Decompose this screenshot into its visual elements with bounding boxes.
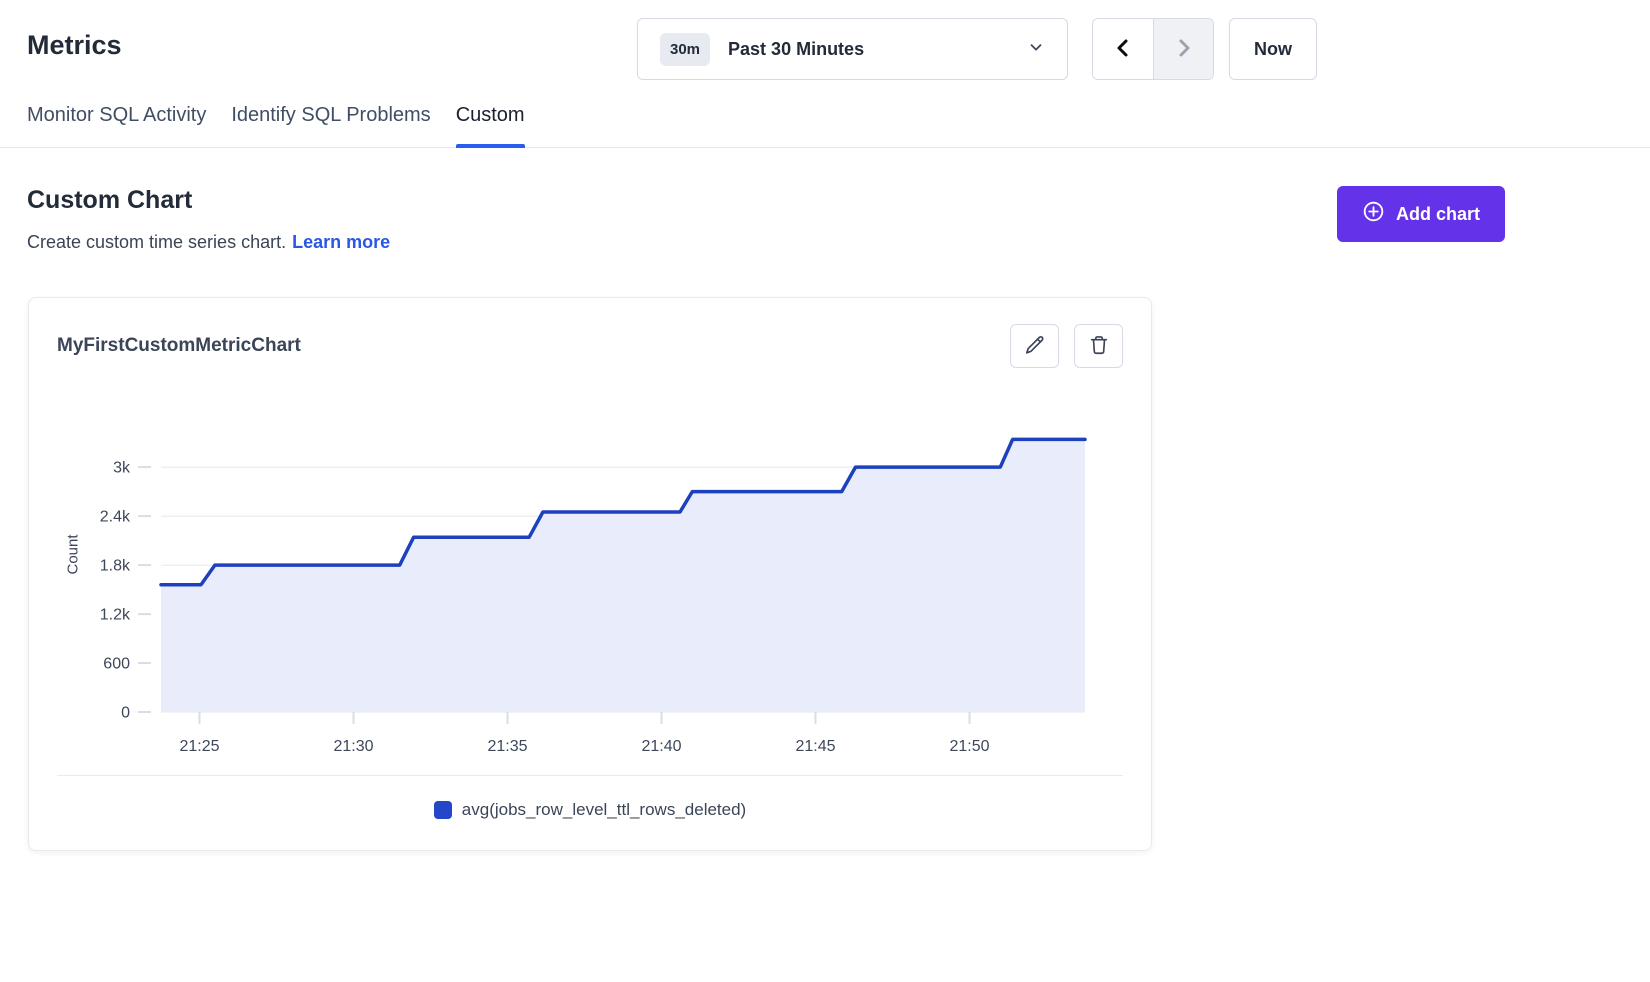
chevron-right-icon <box>1172 36 1196 63</box>
chevron-down-icon <box>1027 38 1045 61</box>
chart-area: Count 0 600 1.2k 1.8k 2.4k 3k 21:25 21:30 21:35 2… <box>57 394 1123 761</box>
chart-legend: avg(jobs_row_level_ttl_rows_deleted) <box>57 776 1123 836</box>
tab-identify-sql-problems[interactable]: Identify SQL Problems <box>231 96 430 147</box>
time-series-chart[interactable]: 0 600 1.2k 1.8k 2.4k 3k 21:25 21:30 21:35 21:40 21… <box>83 394 1093 756</box>
time-range-badge: 30m <box>660 33 710 66</box>
now-button[interactable]: Now <box>1229 18 1317 80</box>
legend-series-label: avg(jobs_row_level_ttl_rows_deleted) <box>462 800 746 820</box>
top-bar: Metrics 30m Past 30 Minutes Now <box>0 0 1650 96</box>
delete-chart-button[interactable] <box>1074 324 1123 368</box>
add-chart-label: Add chart <box>1396 204 1480 225</box>
svg-text:21:25: 21:25 <box>179 738 219 755</box>
custom-chart-section-header: Custom Chart Create custom time series c… <box>27 186 1623 253</box>
svg-text:3k: 3k <box>113 460 131 477</box>
time-range-label: Past 30 Minutes <box>728 39 1009 60</box>
svg-text:600: 600 <box>103 656 130 673</box>
y-axis-title: Count <box>65 525 82 585</box>
svg-text:21:30: 21:30 <box>333 738 373 755</box>
tab-custom[interactable]: Custom <box>456 96 525 147</box>
time-controls: 30m Past 30 Minutes Now <box>637 18 1317 80</box>
add-chart-button[interactable]: Add chart <box>1337 186 1505 242</box>
legend-swatch <box>434 801 452 819</box>
svg-text:2.4k: 2.4k <box>100 509 131 526</box>
svg-text:21:40: 21:40 <box>641 738 681 755</box>
chart-title: MyFirstCustomMetricChart <box>57 335 301 357</box>
section-text: Custom Chart Create custom time series c… <box>27 186 390 253</box>
metrics-tabs: Monitor SQL Activity Identify SQL Proble… <box>0 96 1650 148</box>
chart-card-header: MyFirstCustomMetricChart <box>57 324 1123 368</box>
chart-actions <box>1010 324 1123 368</box>
prev-time-button[interactable] <box>1093 19 1153 79</box>
trash-icon <box>1088 334 1110 359</box>
svg-text:21:45: 21:45 <box>795 738 835 755</box>
learn-more-link[interactable]: Learn more <box>292 232 390 252</box>
edit-chart-button[interactable] <box>1010 324 1059 368</box>
pencil-icon <box>1024 334 1046 359</box>
svg-text:1.8k: 1.8k <box>100 558 131 575</box>
time-step-buttons <box>1092 18 1214 80</box>
plus-circle-icon <box>1362 200 1385 228</box>
svg-text:0: 0 <box>121 705 130 722</box>
custom-chart-card: MyFirstCustomMetricChart Count 0 600 1.2k 1… <box>28 297 1152 851</box>
svg-text:21:35: 21:35 <box>487 738 527 755</box>
time-range-dropdown[interactable]: 30m Past 30 Minutes <box>637 18 1068 80</box>
section-subtitle-text: Create custom time series chart. <box>27 232 286 252</box>
svg-text:1.2k: 1.2k <box>100 607 131 624</box>
section-title: Custom Chart <box>27 186 390 215</box>
tab-monitor-sql-activity[interactable]: Monitor SQL Activity <box>27 96 206 147</box>
section-subtitle: Create custom time series chart. Learn mo… <box>27 232 390 253</box>
next-time-button[interactable] <box>1153 19 1213 79</box>
page-title: Metrics <box>27 30 122 61</box>
chevron-left-icon <box>1111 36 1135 63</box>
svg-text:21:50: 21:50 <box>949 738 989 755</box>
